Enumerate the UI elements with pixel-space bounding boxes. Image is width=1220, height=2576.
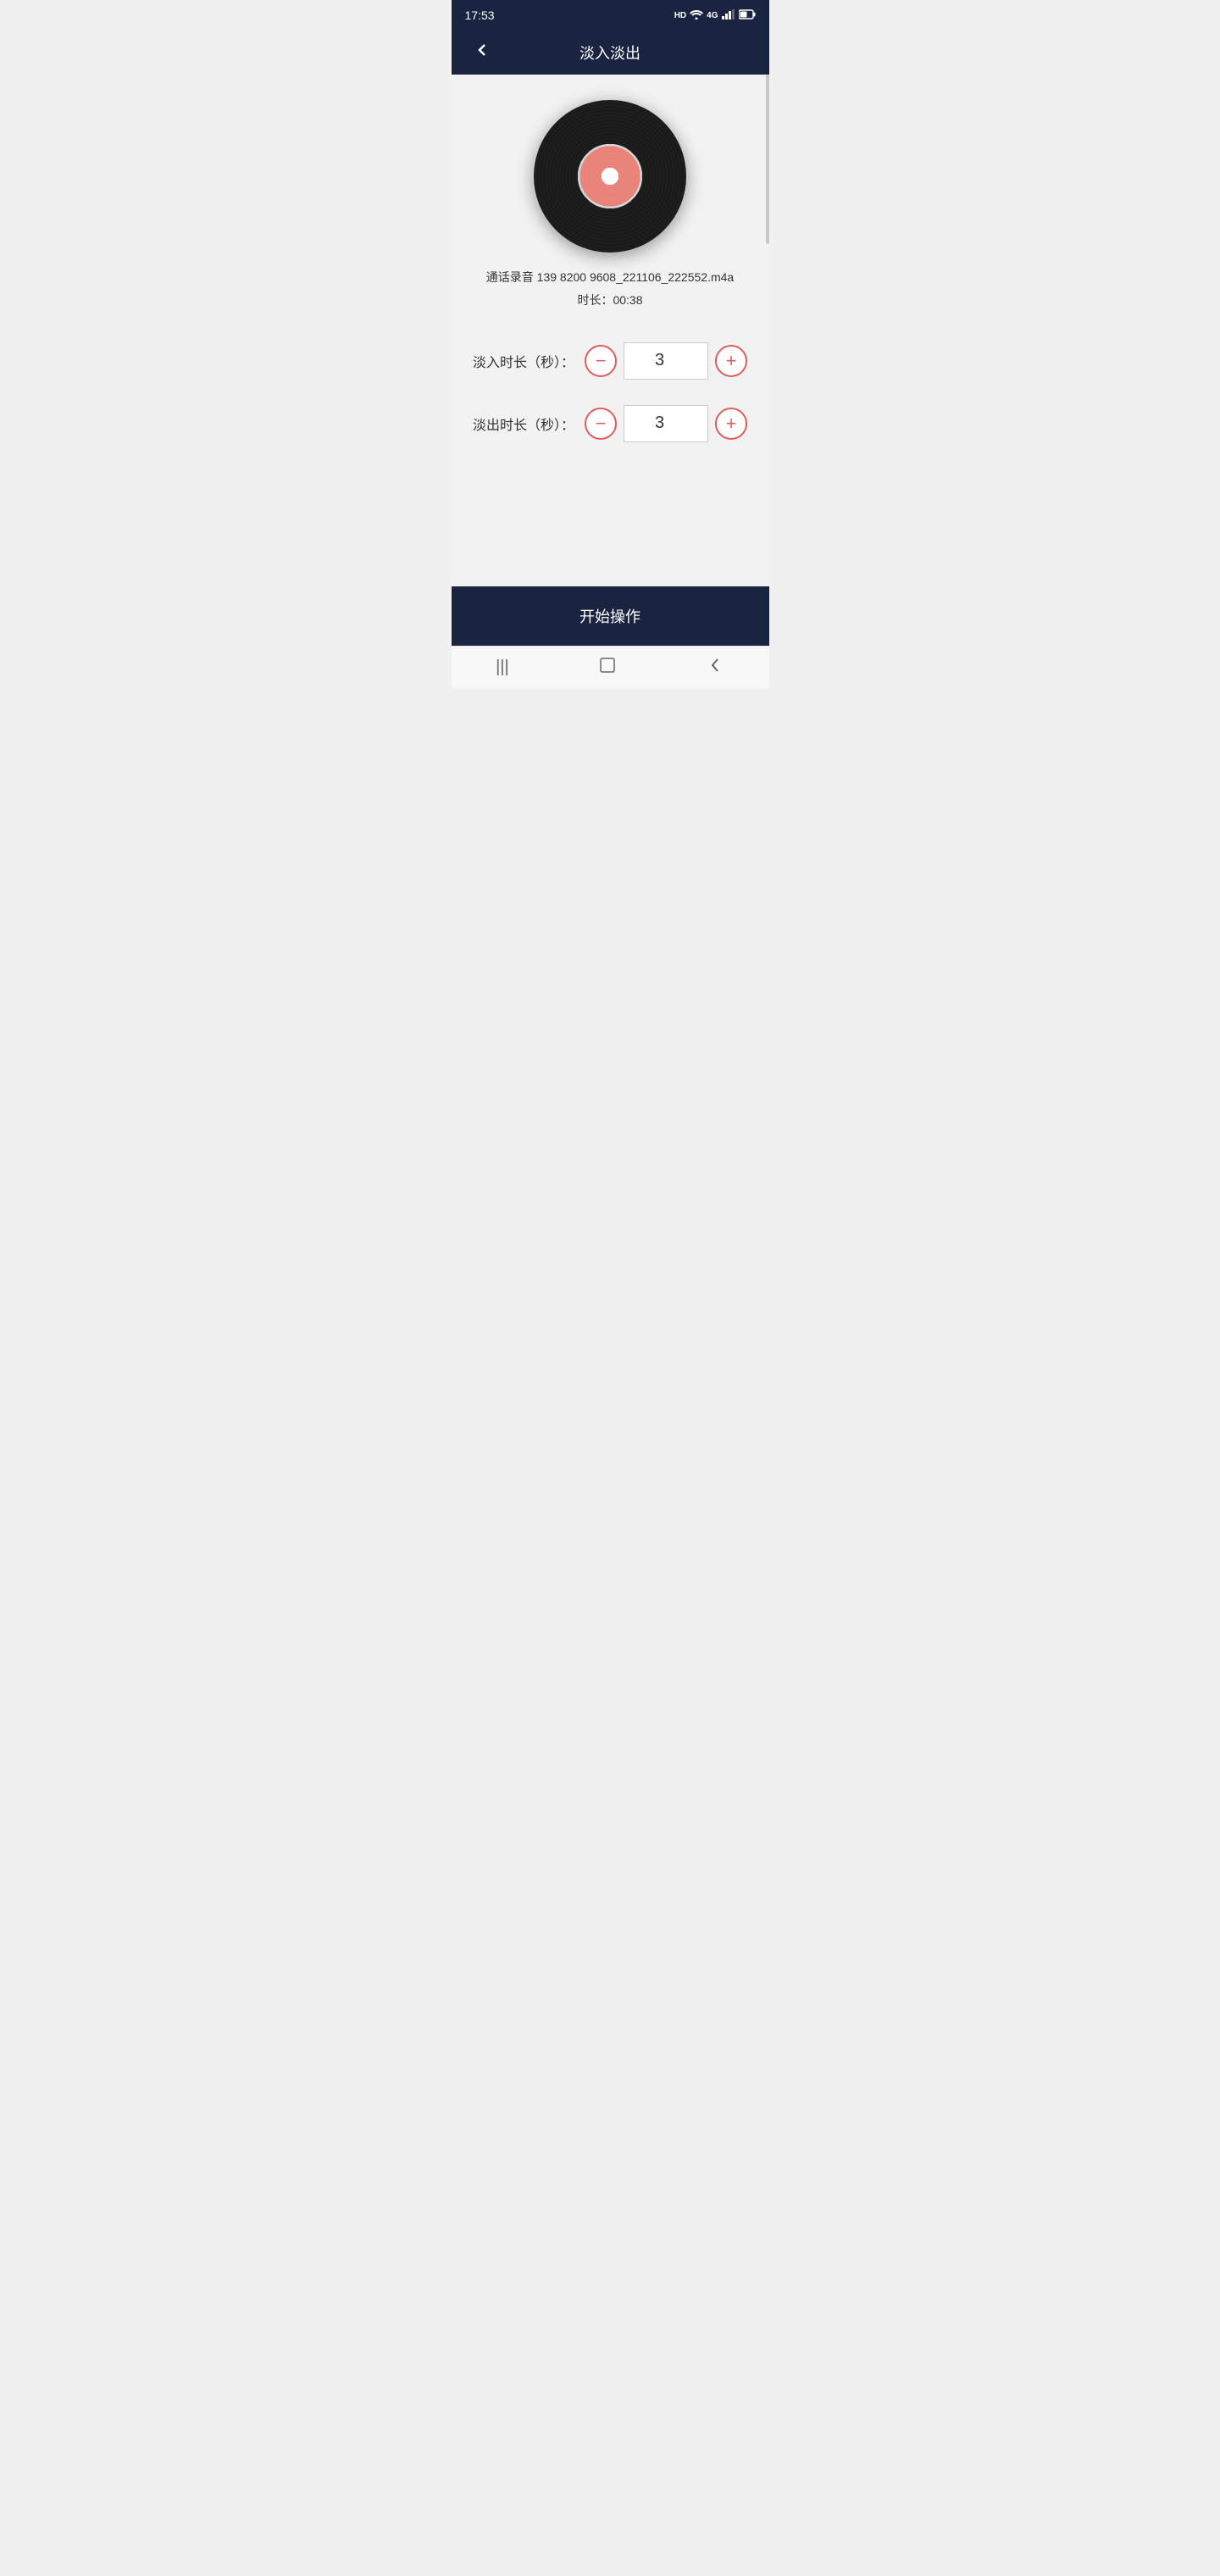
plus-icon-2: + <box>726 414 737 433</box>
minus-icon-2: − <box>596 414 607 433</box>
fade-in-label: 淡入时长（秒）： <box>473 351 574 371</box>
hd-indicator: HD <box>674 11 686 20</box>
fade-in-increment-button[interactable]: + <box>715 345 747 377</box>
nav-bar: ||| <box>452 646 769 688</box>
header: 淡入淡出 <box>452 31 769 75</box>
page-title: 淡入淡出 <box>580 42 640 64</box>
fade-out-input[interactable] <box>624 405 708 442</box>
recent-apps-button[interactable]: ||| <box>479 651 526 684</box>
status-bar: 17:53 HD 4G <box>452 0 769 31</box>
start-button[interactable]: 开始操作 <box>580 605 640 627</box>
wifi-icon <box>690 9 703 22</box>
battery-icon <box>739 9 756 22</box>
scrollbar[interactable] <box>766 75 769 244</box>
status-icons: HD 4G <box>674 9 756 22</box>
minus-icon: − <box>596 352 607 370</box>
fade-out-increment-button[interactable]: + <box>715 408 747 440</box>
file-name: 通话录音 139 8200 9608_221106_222552.m4a <box>486 269 734 286</box>
fade-out-label: 淡出时长（秒）： <box>473 414 574 434</box>
home-button[interactable] <box>581 649 634 686</box>
fade-out-decrement-button[interactable]: − <box>585 408 617 440</box>
network-indicator: 4G <box>707 11 718 20</box>
fade-in-decrement-button[interactable]: − <box>585 345 617 377</box>
vinyl-disc <box>534 100 686 253</box>
back-nav-button[interactable] <box>689 649 741 686</box>
status-time: 17:53 <box>465 8 495 22</box>
fade-in-control: 淡入时长（秒）： − + <box>469 342 752 380</box>
vinyl-record <box>534 100 686 253</box>
signal-icon <box>722 9 735 22</box>
back-button[interactable] <box>465 33 499 72</box>
main-content: 通话录音 139 8200 9608_221106_222552.m4a 时长：… <box>452 75 769 586</box>
bottom-bar: 开始操作 <box>452 586 769 646</box>
fade-in-input[interactable] <box>624 342 708 380</box>
fade-out-control: 淡出时长（秒）： − + <box>469 405 752 442</box>
file-duration: 时长：00:38 <box>577 291 642 308</box>
plus-icon: + <box>726 352 737 370</box>
